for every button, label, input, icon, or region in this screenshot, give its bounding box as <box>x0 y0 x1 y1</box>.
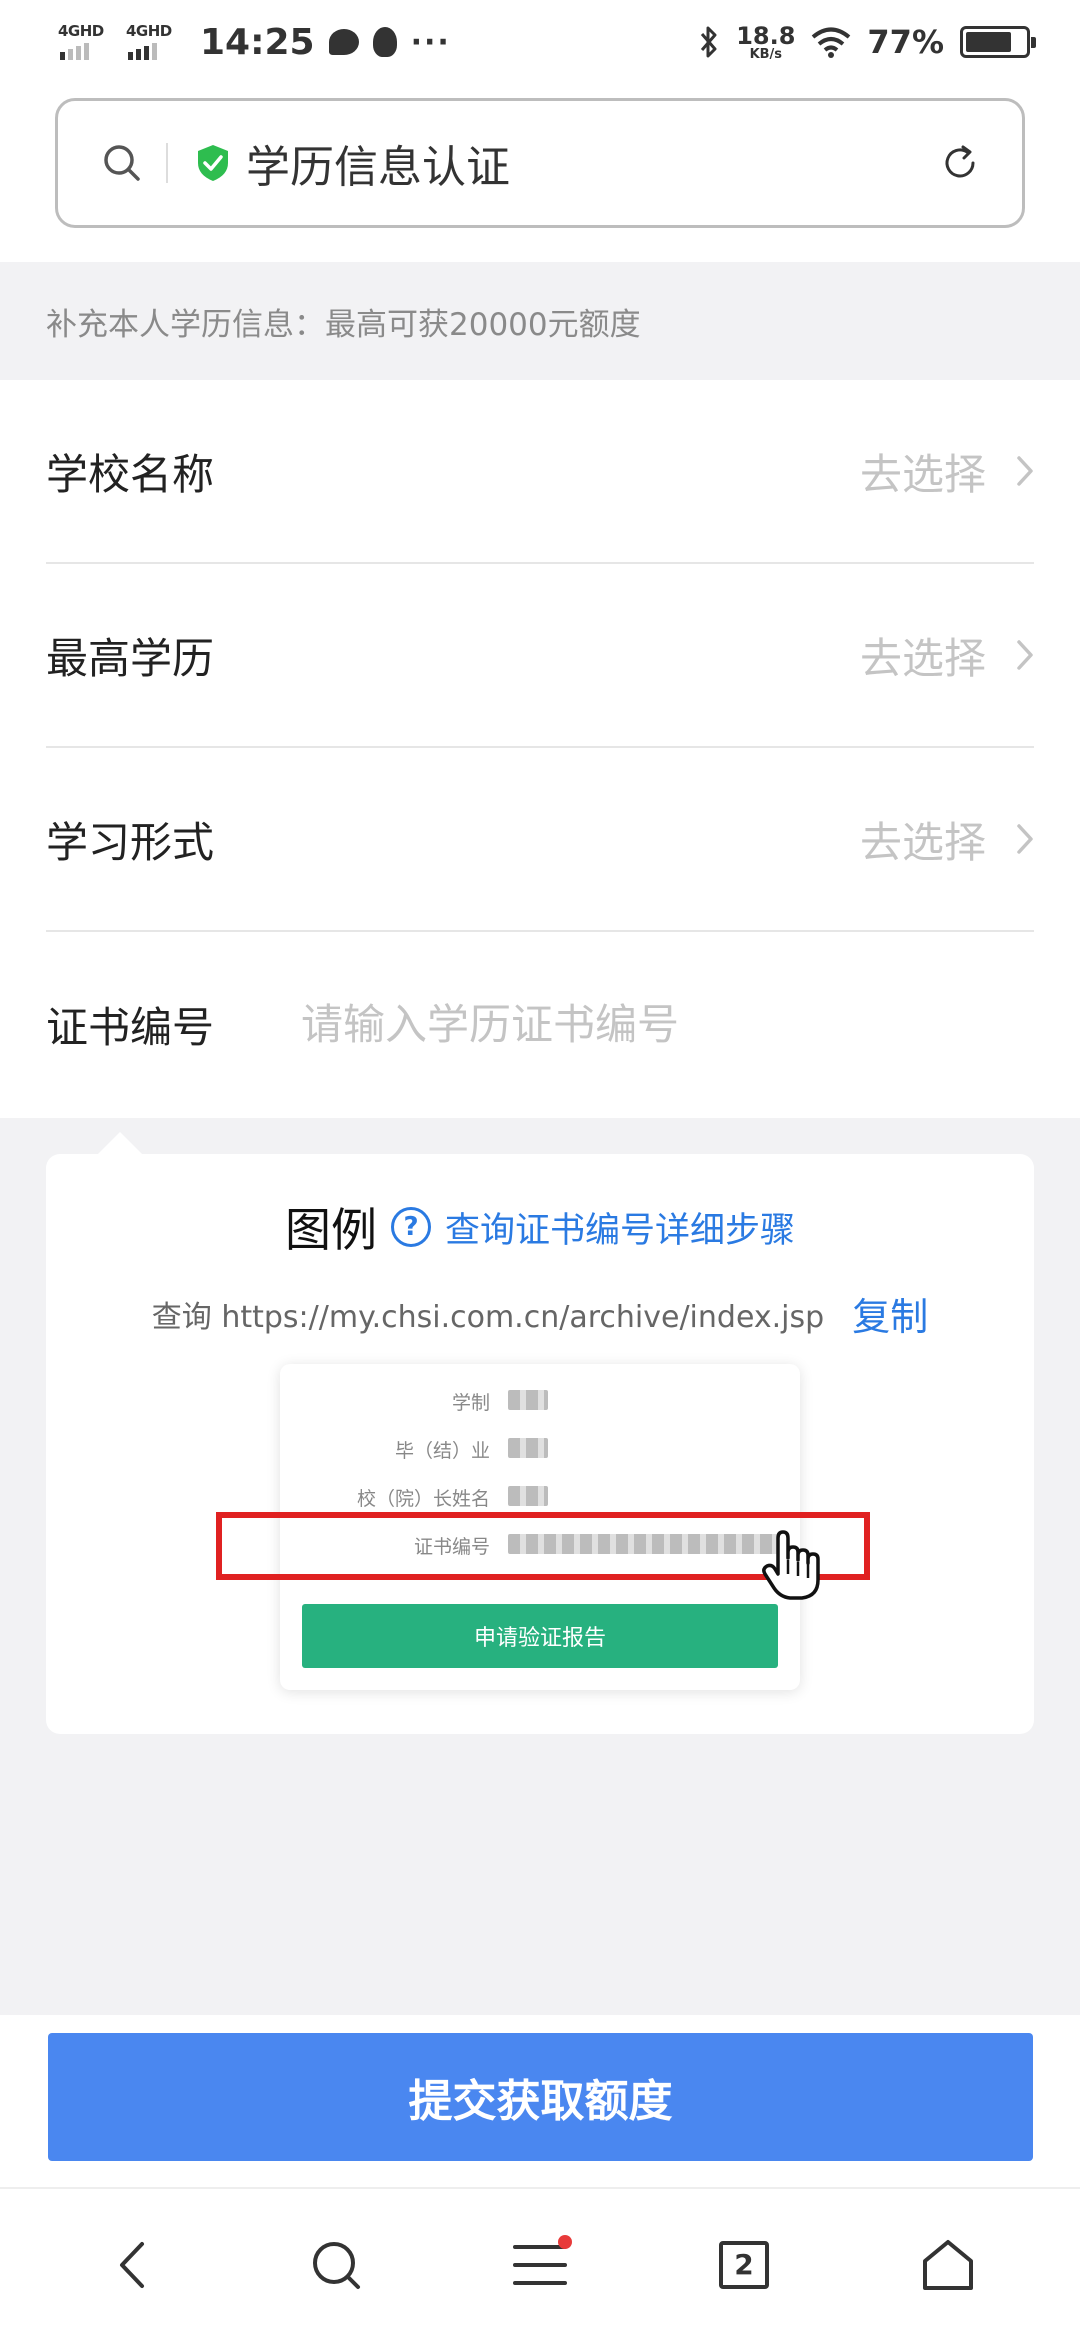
screenshot-row-label: 学制 <box>451 1392 490 1414</box>
chat-bubble-icon <box>328 29 359 55</box>
search-button[interactable] <box>286 2215 386 2315</box>
select-text: 去选择 <box>859 633 986 683</box>
example-header: 图例 ? 查询证书编号详细步骤 <box>46 1194 1034 1260</box>
battery-percent: 77% <box>867 23 944 61</box>
blurred-value <box>508 1438 548 1458</box>
school-name-label: 学校名称 <box>46 449 215 499</box>
back-button[interactable] <box>82 2215 182 2315</box>
example-title: 图例 <box>284 1203 377 1257</box>
query-url-text: 查询 https://my.chsi.com.cn/archive/index.… <box>151 1299 825 1335</box>
study-form-label: 学习形式 <box>46 817 215 867</box>
study-form-row[interactable]: 学习形式 去选择 <box>46 748 1034 932</box>
select-text: 去选择 <box>859 817 986 867</box>
browser-toolbar: 学历信息认证 <box>0 84 1080 262</box>
battery-icon <box>960 26 1036 58</box>
status-bar: 4GHD 4GHD 14:25 ··· 18.8 KB/s 77% <box>0 0 1080 84</box>
clock: 14:25 <box>200 21 315 63</box>
blurred-value <box>508 1486 548 1506</box>
shield-check-icon <box>198 145 228 181</box>
network-speed: 18.8 KB/s <box>736 24 795 61</box>
submit-button[interactable]: 提交获取额度 <box>48 2033 1033 2161</box>
screenshot-row-label: 校（院）长姓名 <box>356 1488 490 1510</box>
education-form: 学校名称 去选择 最高学历 去选择 学习形式 去选择 证书编号 <box>0 380 1080 1118</box>
info-banner: 补充本人学历信息：最高可获20000元额度 <box>0 262 1080 380</box>
sim2-label: 4GHD <box>126 22 172 40</box>
chevron-right-icon <box>1017 456 1033 486</box>
page-title[interactable]: 学历信息认证 <box>246 131 510 195</box>
school-name-row[interactable]: 学校名称 去选择 <box>46 380 1034 564</box>
net-speed-unit: KB/s <box>749 46 783 62</box>
address-bar[interactable]: 学历信息认证 <box>55 98 1025 228</box>
select-text: 去选择 <box>859 449 986 499</box>
submit-area: 提交获取额度 <box>0 2015 1080 2187</box>
bluetooth-icon <box>701 26 717 58</box>
highest-degree-label: 最高学历 <box>46 633 215 683</box>
highest-degree-select[interactable]: 去选择 <box>860 625 1034 686</box>
study-form-select[interactable]: 去选择 <box>860 809 1034 870</box>
search-icon[interactable] <box>102 143 142 183</box>
qq-penguin-icon <box>372 27 397 57</box>
blurred-value <box>508 1390 548 1410</box>
menu-button[interactable] <box>490 2215 590 2315</box>
signal-icon: 4GHD <box>58 22 112 62</box>
certificate-number-input[interactable] <box>301 999 1001 1049</box>
example-card: 图例 ? 查询证书编号详细步骤 查询 https://my.chsi.com.c… <box>46 1132 1034 1734</box>
sim1-label: 4GHD <box>58 22 104 40</box>
pointing-hand-icon <box>762 1530 820 1600</box>
wifi-icon <box>812 27 851 58</box>
signal-icon: 4GHD <box>126 22 180 62</box>
apply-report-button-illustration: 申请验证报告 <box>302 1604 778 1668</box>
notification-dot <box>558 2234 572 2249</box>
search-icon <box>313 2241 360 2289</box>
copy-button[interactable]: 复制 <box>852 1286 928 1341</box>
help-steps-link[interactable]: 查询证书编号详细步骤 <box>445 1202 795 1253</box>
divider <box>166 143 168 183</box>
screenshot-row-label: 毕（结）业 <box>394 1440 490 1462</box>
school-name-select[interactable]: 去选择 <box>860 441 1034 502</box>
home-icon <box>923 2239 973 2290</box>
chevron-right-icon <box>1017 824 1033 854</box>
highest-degree-row[interactable]: 最高学历 去选择 <box>46 564 1034 748</box>
query-line: 查询 https://my.chsi.com.cn/archive/index.… <box>46 1286 1034 1341</box>
chevron-right-icon <box>1017 640 1033 670</box>
tabs-icon: 2 <box>719 2240 769 2289</box>
bottom-nav: 2 <box>0 2187 1080 2340</box>
net-speed-value: 18.8 <box>736 21 796 50</box>
home-button[interactable] <box>898 2215 998 2315</box>
reload-icon[interactable] <box>940 143 980 183</box>
tabs-button[interactable]: 2 <box>694 2215 794 2315</box>
certificate-number-label: 证书编号 <box>46 1002 215 1052</box>
menu-icon <box>513 2244 567 2285</box>
help-icon[interactable]: ? <box>390 1207 431 1247</box>
certificate-number-row: 证书编号 <box>46 932 1034 1116</box>
back-icon <box>120 2241 144 2288</box>
more-dots-icon: ··· <box>410 24 451 60</box>
